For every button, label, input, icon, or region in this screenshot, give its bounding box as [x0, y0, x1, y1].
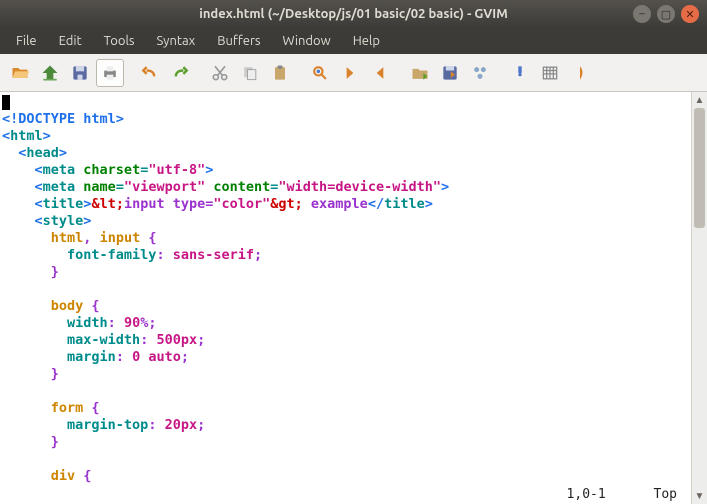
run-script-icon[interactable]	[466, 59, 494, 87]
tag-jump-icon[interactable]	[566, 59, 594, 87]
cursor-position: 1,0-1	[567, 487, 606, 502]
menu-syntax[interactable]: Syntax	[147, 30, 206, 52]
close-button[interactable]: ✕	[681, 5, 699, 23]
menu-file[interactable]: File	[6, 30, 47, 52]
vertical-scrollbar[interactable]: ▲ ▼	[691, 92, 707, 504]
maximize-button[interactable]: ▢	[657, 5, 675, 23]
cut-icon[interactable]	[206, 59, 234, 87]
minimize-button[interactable]: –	[633, 5, 651, 23]
save-icon[interactable]	[36, 59, 64, 87]
menu-help[interactable]: Help	[343, 30, 390, 52]
window-titlebar: index.html (~/Desktop/js/01 basic/02 bas…	[0, 0, 707, 28]
scroll-thumb[interactable]	[694, 108, 705, 228]
save-session-icon[interactable]	[436, 59, 464, 87]
status-line: 1,0-1 Top	[521, 485, 683, 504]
menu-buffers[interactable]: Buffers	[207, 30, 270, 52]
menu-edit[interactable]: Edit	[49, 30, 92, 52]
load-session-icon[interactable]	[406, 59, 434, 87]
toolbar	[0, 54, 707, 92]
code-editor[interactable]: <!DOCTYPE html> <html> <head> <meta char…	[0, 92, 691, 504]
undo-icon[interactable]	[136, 59, 164, 87]
open-icon[interactable]	[6, 59, 34, 87]
find-next-icon[interactable]	[336, 59, 364, 87]
menubar: FileEditToolsSyntaxBuffersWindowHelp	[0, 28, 707, 54]
editor-area: <!DOCTYPE html> <html> <head> <meta char…	[0, 92, 707, 504]
paste-icon[interactable]	[266, 59, 294, 87]
scroll-down-arrow[interactable]: ▼	[692, 488, 707, 504]
window-controls: – ▢ ✕	[633, 5, 699, 23]
find-replace-icon[interactable]	[306, 59, 334, 87]
copy-icon[interactable]	[236, 59, 264, 87]
window-title: index.html (~/Desktop/js/01 basic/02 bas…	[8, 7, 699, 21]
find-prev-icon[interactable]	[366, 59, 394, 87]
shell-icon[interactable]	[536, 59, 564, 87]
redo-icon[interactable]	[166, 59, 194, 87]
scroll-position: Top	[654, 487, 677, 502]
menu-tools[interactable]: Tools	[94, 30, 145, 52]
scroll-up-arrow[interactable]: ▲	[692, 92, 707, 108]
print-icon[interactable]	[96, 59, 124, 87]
make-icon[interactable]	[506, 59, 534, 87]
save-all-icon[interactable]	[66, 59, 94, 87]
menu-window[interactable]: Window	[273, 30, 341, 52]
